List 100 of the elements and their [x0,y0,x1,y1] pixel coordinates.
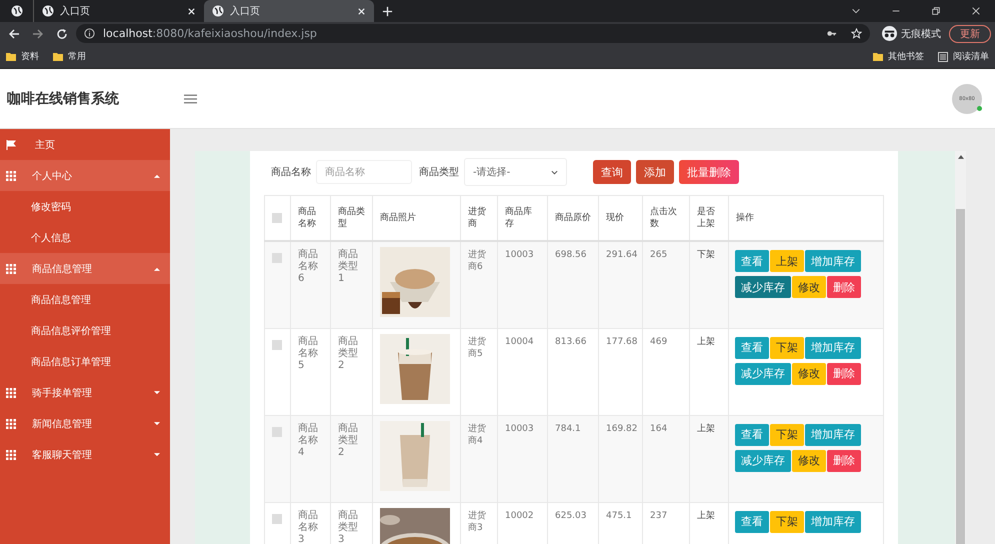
action-button[interactable]: 修改 [792,450,826,472]
list-icon [938,52,948,62]
table-cell: 进货商4 [468,424,486,446]
key-icon[interactable] [826,28,837,39]
table-cell: 813.66 [555,336,586,346]
filter-button[interactable]: 查询 [593,160,631,184]
new-tab-icon[interactable] [382,6,393,17]
sidebar-item[interactable]: 商品信息管理 [0,253,170,284]
forward-icon[interactable] [32,28,44,40]
incognito-icon [882,26,897,41]
column-header: 商品名称 [298,207,316,229]
column-header: 商品原价 [555,213,591,223]
type-dropdown[interactable]: -请选择- [464,158,567,186]
caret-icon [154,174,160,178]
table-cell: 进货商6 [468,250,486,272]
update-button[interactable]: 更新 [949,24,991,42]
caret-icon [154,266,160,270]
grid-icon [6,450,16,460]
column-header: 进货商 [468,207,486,229]
close-icon[interactable] [971,6,981,16]
filter-button[interactable]: 添加 [636,160,674,184]
grid-icon [6,418,16,428]
action-button[interactable]: 减少库存 [735,276,791,298]
row-checkbox[interactable] [272,340,282,350]
filter-button[interactable]: 批量删除 [679,160,739,184]
browser-tab[interactable]: 入口页 [204,0,374,22]
sidebar-subitem[interactable]: 商品信息订单管理 [0,346,170,377]
table-cell: 商品类型2 [338,422,358,458]
scrollbar[interactable] [955,151,966,544]
sidebar-subitem[interactable]: 商品信息评价管理 [0,315,170,346]
table-cell: 进货商5 [468,336,486,358]
table-cell: 169.82 [606,424,638,434]
menu-icon[interactable] [184,94,197,104]
sidebar-item[interactable]: 骑手接单管理 [0,377,170,408]
column-header: 现价 [606,213,624,223]
profile-label: 无痕模式 [901,28,941,40]
sidebar-subitem[interactable]: 个人信息 [0,222,170,253]
action-button[interactable]: 删除 [827,362,861,384]
action-button[interactable]: 下架 [770,510,804,532]
table-cell: 上架 [697,336,715,346]
action-button[interactable]: 查看 [735,336,769,358]
select-all-checkbox[interactable] [272,213,282,223]
name-search-field[interactable]: 商品名称 [316,160,412,184]
sidebar-subitem[interactable]: 商品信息管理 [0,284,170,315]
table-cell: 进货商3 [468,510,486,532]
action-button[interactable]: 下架 [770,424,804,446]
table-cell: 上架 [697,424,715,434]
bookmark-item[interactable]: 其他书签 [873,50,924,63]
table-cell: 商品名称3 [298,510,318,544]
action-button[interactable]: 上架 [770,250,804,272]
sidebar-item[interactable]: 新闻信息管理 [0,408,170,439]
browser-tab[interactable]: 入口页 [34,0,204,22]
action-button[interactable]: 修改 [792,362,826,384]
action-button[interactable]: 修改 [792,276,826,298]
table-cell: 265 [650,250,668,260]
action-button[interactable]: 查看 [735,424,769,446]
bookmark-item[interactable]: 阅读清单 [938,50,989,63]
scroll-up-icon[interactable] [958,155,964,159]
action-button[interactable]: 删除 [827,450,861,472]
restore-icon[interactable] [931,6,941,16]
star-icon[interactable] [851,28,862,39]
column-header: 商品类型 [338,207,365,229]
action-button[interactable]: 增加库存 [805,336,861,358]
folder-icon [873,52,883,62]
table-cell: 475.1 [606,510,632,520]
address-field[interactable]: localhost:8080/kafeixiaoshou/index.jsp [76,24,870,43]
action-button[interactable]: 查看 [735,250,769,272]
table-cell: 商品类型3 [338,510,358,544]
back-icon[interactable] [8,28,20,40]
sidebar-item[interactable]: 主页 [0,129,170,160]
action-button[interactable]: 查看 [735,510,769,532]
bookmark-item[interactable]: 资料 [6,50,39,63]
row-checkbox[interactable] [272,426,282,436]
chevron-down-icon [551,170,558,174]
action-button[interactable]: 减少库存 [735,362,791,384]
row-checkbox[interactable] [272,514,282,524]
reload-icon[interactable] [56,28,68,40]
grid-icon [6,264,16,274]
close-icon[interactable] [357,6,366,16]
action-button[interactable]: 增加库存 [805,424,861,446]
info-icon [84,28,95,39]
sidebar-item[interactable]: 客服聊天管理 [0,439,170,470]
table-cell: 10004 [505,336,534,346]
close-icon[interactable] [187,6,196,16]
sidebar-subitem[interactable]: 修改密码 [0,191,170,222]
action-button[interactable]: 增加库存 [805,250,861,272]
action-button[interactable]: 删除 [827,276,861,298]
row-checkbox[interactable] [272,253,282,263]
caret-icon [154,452,160,456]
action-button[interactable]: 下架 [770,336,804,358]
chevron-down-icon[interactable] [851,6,861,16]
action-button[interactable]: 减少库存 [735,450,791,472]
sidebar-item[interactable]: 个人中心 [0,160,170,191]
grid-icon [6,170,16,180]
grid-icon [6,388,16,398]
bookmark-item[interactable]: 常用 [53,50,86,63]
table-cell: 商品名称6 [298,249,318,285]
table-cell: 商品类型2 [338,336,358,372]
action-button[interactable]: 增加库存 [805,510,861,532]
table-cell: 784.1 [555,424,581,434]
